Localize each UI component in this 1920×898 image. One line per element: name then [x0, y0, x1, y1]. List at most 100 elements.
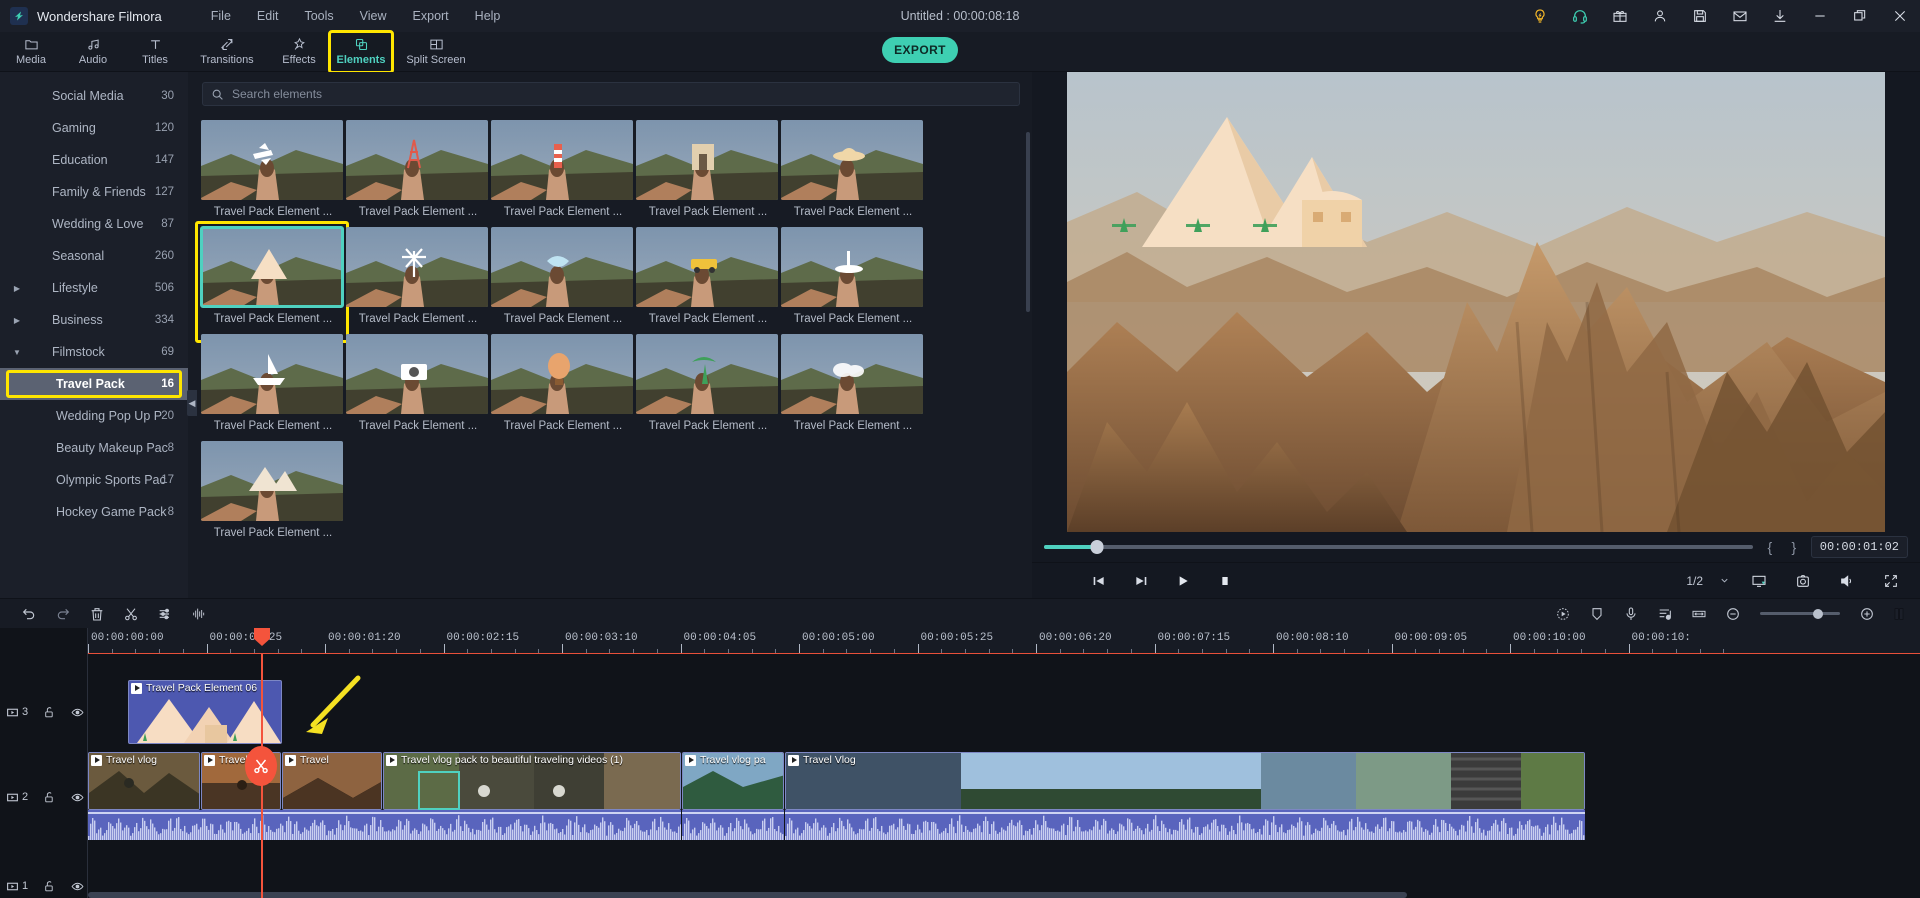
unlock-icon[interactable]	[38, 791, 60, 804]
sidebar-item-olympic-sports-pac[interactable]: Olympic Sports Pac 17	[0, 464, 188, 496]
element-cell[interactable]: Travel Pack Element ...	[491, 227, 635, 325]
play-button[interactable]	[1162, 566, 1204, 596]
account-icon[interactable]	[1640, 0, 1680, 32]
eye-icon[interactable]	[66, 791, 88, 804]
audio-waveform-icon[interactable]	[182, 601, 216, 627]
sidebar-item-travel-pack[interactable]: Travel Pack 16	[0, 368, 188, 400]
sidebar-item-family-friends[interactable]: Family & Friends 127	[0, 176, 188, 208]
element-cell[interactable]: Travel Pack Element ...	[781, 227, 925, 325]
chevron-right-icon[interactable]: ▶	[12, 316, 22, 325]
render-preview-icon[interactable]	[1884, 601, 1914, 627]
element-thumbnail[interactable]	[781, 334, 923, 414]
sidebar-item-hockey-game-pack[interactable]: Hockey Game Pack 8	[0, 496, 188, 528]
element-thumbnail[interactable]	[346, 334, 488, 414]
zoom-out-button[interactable]	[1716, 601, 1750, 627]
element-cell[interactable]: Travel Pack Element ...	[346, 334, 490, 432]
sidebar-item-wedding-love[interactable]: Wedding & Love 87	[0, 208, 188, 240]
element-cell[interactable]: Travel Pack Element ...	[636, 227, 780, 325]
undo-icon[interactable]	[12, 601, 46, 627]
sidebar-item-gaming[interactable]: Gaming 120	[0, 112, 188, 144]
preview-timecode[interactable]: 00:00:01:02	[1810, 536, 1908, 558]
tab-effects[interactable]: Effects	[268, 32, 330, 72]
mark-in-button[interactable]: {	[1763, 539, 1777, 555]
element-thumbnail[interactable]	[346, 227, 488, 307]
split-scissors-badge[interactable]	[245, 746, 277, 786]
marker-icon[interactable]	[1580, 601, 1614, 627]
element-cell[interactable]: Travel Pack Element ...	[636, 120, 780, 218]
search-bar[interactable]	[202, 82, 1046, 106]
clip-travel-vlog-1[interactable]: Travel vlog	[88, 752, 200, 810]
panel-scrollbar[interactable]	[1026, 132, 1030, 312]
timeline-hscrollbar[interactable]	[88, 892, 1920, 898]
lightbulb-icon[interactable]	[1520, 0, 1560, 32]
element-cell[interactable]: Travel Pack Element ...	[201, 441, 345, 539]
clip-travel-pack-element-06[interactable]: Travel Pack Element 06	[128, 680, 282, 744]
element-thumbnail[interactable]	[201, 441, 343, 521]
element-thumbnail[interactable]	[781, 227, 923, 307]
snapshot-monitor-icon[interactable]	[1738, 566, 1780, 596]
menu-tools[interactable]: Tools	[291, 5, 346, 27]
fit-timeline-icon[interactable]	[1682, 601, 1716, 627]
export-button[interactable]: EXPORT	[882, 37, 958, 63]
quality-select[interactable]: 1/2	[1680, 572, 1736, 590]
clip-travel-3[interactable]: Travel	[282, 752, 382, 810]
selected-subclip-outline[interactable]	[418, 771, 460, 810]
tab-titles[interactable]: Titles	[124, 32, 186, 72]
sidebar-item-beauty-makeup-pac[interactable]: Beauty Makeup Pac 8	[0, 432, 188, 464]
audio-waveform-strip-c[interactable]	[785, 810, 1585, 840]
zoom-slider[interactable]	[1760, 608, 1840, 619]
volume-icon[interactable]	[1826, 566, 1868, 596]
element-cell[interactable]: Travel Pack Element ...	[201, 334, 345, 432]
menu-view[interactable]: View	[347, 5, 400, 27]
timeline-ruler[interactable]: 00:00:00:00 00:00:00:25 00:00:01:20 00:00:0…	[0, 628, 1920, 654]
eye-icon[interactable]	[66, 706, 88, 719]
element-thumbnail[interactable]	[346, 120, 488, 200]
clip-travel-vlog-last[interactable]: Travel Vlog	[785, 752, 1585, 810]
menu-help[interactable]: Help	[462, 5, 514, 27]
audio-waveform-strip-b[interactable]	[682, 810, 784, 840]
sidebar-item-business[interactable]: ▶ Business 334	[0, 304, 188, 336]
element-thumbnail[interactable]	[491, 334, 633, 414]
element-thumbnail[interactable]	[201, 334, 343, 414]
menu-file[interactable]: File	[198, 5, 244, 27]
unlock-icon[interactable]	[38, 706, 60, 719]
sidebar-item-education[interactable]: Education 147	[0, 144, 188, 176]
clip-travel-vlog-pa[interactable]: Travel vlog pa	[682, 752, 784, 810]
element-thumbnail[interactable]	[636, 334, 778, 414]
chevron-down-icon[interactable]: ▼	[12, 348, 22, 357]
tab-audio[interactable]: Audio	[62, 32, 124, 72]
element-cell[interactable]: Travel Pack Element ...	[781, 120, 925, 218]
tab-media[interactable]: Media	[0, 32, 62, 72]
element-cell[interactable]: Travel Pack Element ...	[346, 120, 490, 218]
element-thumbnail[interactable]	[491, 120, 633, 200]
audio-waveform-strip-a[interactable]	[88, 810, 681, 840]
sidebar-item-lifestyle[interactable]: ▶ Lifestyle 506	[0, 272, 188, 304]
timeline[interactable]: 00:00:00:00 00:00:00:25 00:00:01:20 00:00:0…	[0, 628, 1920, 898]
sidebar-item-seasonal[interactable]: Seasonal 260	[0, 240, 188, 272]
unlock-icon[interactable]	[38, 880, 60, 893]
stop-button[interactable]	[1204, 566, 1246, 596]
redo-icon[interactable]	[46, 601, 80, 627]
mark-out-button[interactable]: }	[1787, 539, 1801, 555]
settings-sliders-icon[interactable]	[148, 601, 182, 627]
panel-collapse-button[interactable]: ◀	[187, 390, 197, 416]
tab-elements[interactable]: Elements	[328, 29, 394, 74]
eye-icon[interactable]	[66, 880, 88, 893]
tab-transitions[interactable]: Transitions	[186, 32, 268, 72]
element-cell[interactable]: Travel Pack Element ...	[636, 334, 780, 432]
mail-icon[interactable]	[1720, 0, 1760, 32]
element-thumbnail[interactable]	[781, 120, 923, 200]
element-cell[interactable]: Travel Pack Element ...	[781, 334, 925, 432]
minimize-icon[interactable]	[1800, 0, 1840, 32]
seek-slider[interactable]	[1044, 540, 1753, 554]
playhead[interactable]	[245, 628, 277, 898]
chevron-right-icon[interactable]: ▶	[12, 284, 22, 293]
tab-split-screen[interactable]: Split Screen	[392, 32, 480, 72]
zoom-in-button[interactable]	[1850, 601, 1884, 627]
next-frame-button[interactable]	[1120, 566, 1162, 596]
search-input[interactable]	[232, 87, 1011, 101]
audio-mixer-icon[interactable]	[1648, 601, 1682, 627]
sidebar-item-filmstock[interactable]: ▼ Filmstock 69	[0, 336, 188, 368]
maximize-icon[interactable]	[1840, 0, 1880, 32]
gift-icon[interactable]	[1600, 0, 1640, 32]
